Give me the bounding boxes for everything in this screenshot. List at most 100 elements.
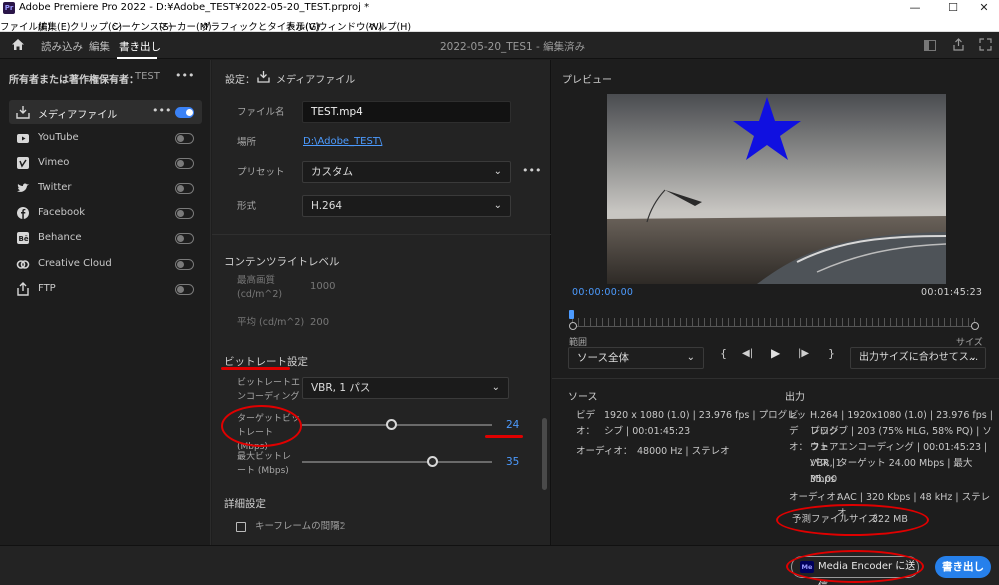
keyframe-value[interactable]: 72	[333, 521, 346, 532]
window-title: Adobe Premiere Pro 2022 - D:¥Adobe_TEST¥…	[19, 2, 370, 13]
encoding-label: ビットレートエンコーディング	[237, 378, 301, 402]
youtube-icon	[16, 131, 30, 145]
minimize-icon[interactable]: —	[900, 0, 930, 16]
destination-toggle[interactable]	[175, 133, 194, 144]
step-forward-icon[interactable]: |▶	[798, 348, 809, 359]
destination-twitter[interactable]: Twitter	[0, 176, 211, 200]
preset-select[interactable]: カスタム ⌄	[302, 161, 511, 183]
behance-icon: Bē	[16, 231, 30, 245]
target-bitrate-knob[interactable]	[386, 419, 397, 430]
step-back-icon[interactable]: ◀|	[742, 348, 753, 359]
size-select[interactable]: 出力サイズに合わせてス... ⌄	[850, 347, 986, 369]
range-value: ソース全体	[577, 352, 629, 364]
owner-value[interactable]: TEST	[135, 71, 160, 82]
export-icon	[16, 106, 30, 119]
timeline-track	[572, 326, 976, 327]
target-bitrate-slider[interactable]	[302, 424, 492, 426]
twitter-icon	[16, 181, 30, 195]
in-point-handle[interactable]	[569, 322, 577, 330]
destination-label: Behance	[38, 232, 82, 243]
destination-toggle[interactable]	[175, 158, 194, 169]
destination-toggle[interactable]	[175, 284, 194, 295]
mark-in-icon[interactable]: {	[720, 347, 727, 360]
destination-toggle[interactable]	[175, 107, 194, 118]
size-value: 出力サイズに合わせてス...	[859, 352, 979, 363]
source-audio-label: オーディオ：	[576, 446, 633, 457]
tab-export[interactable]: 書き出し	[119, 39, 161, 54]
destination-label: Twitter	[38, 182, 72, 193]
menu-view[interactable]: 表示(V)	[286, 19, 319, 33]
menu-help[interactable]: ヘルプ(H)	[368, 19, 411, 33]
chevron-down-icon: ⌄	[968, 352, 977, 363]
max-bitrate-knob[interactable]	[427, 456, 438, 467]
timecode-start[interactable]: 00:00:00:00	[572, 287, 633, 298]
maximize-icon[interactable]: ☐	[938, 0, 968, 16]
tab-edit[interactable]: 編集	[89, 39, 110, 54]
owner-more-icon[interactable]: •••	[175, 69, 194, 82]
mark-out-icon[interactable]: }	[828, 347, 835, 360]
panel-layout-icon[interactable]	[924, 40, 936, 51]
footer-bar: Me Media Encoder に送信 書き出し	[0, 545, 999, 585]
format-label: 形式	[237, 201, 257, 212]
timeline-ruler[interactable]	[572, 318, 976, 326]
source-video-line2: シブ | 00:01:45:23	[604, 426, 691, 437]
range-select[interactable]: ソース全体 ⌄	[568, 347, 704, 369]
divider	[552, 378, 999, 379]
destination-media-file[interactable]: メディアファイル •••	[9, 100, 202, 124]
destination-toggle[interactable]	[175, 233, 194, 244]
advanced-title: 詳細設定	[224, 498, 266, 510]
annotation-underline	[221, 367, 290, 370]
max-bitrate-value[interactable]: 35	[506, 456, 519, 468]
home-icon[interactable]	[11, 38, 25, 51]
fullscreen-icon[interactable]	[979, 38, 992, 51]
max-bitrate-slider[interactable]	[302, 461, 492, 463]
timecode-end: 00:01:45:23	[921, 287, 983, 298]
menu-edit[interactable]: 編集(E)	[38, 19, 70, 33]
svg-text:Bē: Bē	[19, 235, 29, 243]
content-light-title: コンテンツライトレベル	[224, 256, 340, 268]
playhead[interactable]	[569, 310, 574, 319]
filename-input[interactable]: TEST.mp4	[302, 101, 511, 123]
destination-youtube[interactable]: YouTube	[0, 126, 211, 150]
destination-vimeo[interactable]: Vimeo	[0, 151, 211, 175]
out-point-handle[interactable]	[971, 322, 979, 330]
location-label: 場所	[237, 137, 257, 148]
destination-toggle[interactable]	[175, 259, 194, 270]
format-select[interactable]: H.264 ⌄	[302, 195, 511, 217]
export-button[interactable]: 書き出し	[935, 556, 991, 578]
play-icon[interactable]: ▶	[771, 346, 780, 360]
target-bitrate-value[interactable]: 24	[506, 419, 519, 431]
destination-behance[interactable]: Bē Behance	[0, 226, 211, 250]
destination-toggle[interactable]	[175, 208, 194, 219]
chevron-down-icon: ⌄	[493, 200, 502, 211]
close-icon[interactable]: ✕	[969, 0, 999, 16]
avg-brightness-value[interactable]: 200	[310, 317, 329, 328]
preset-more-icon[interactable]: •••	[522, 164, 541, 177]
tab-import[interactable]: 読み込み	[41, 39, 83, 54]
destination-label: FTP	[38, 283, 56, 294]
workspace-header: 読み込み 編集 書き出し 2022-05-20_TES1 - 編集済み	[0, 32, 999, 59]
destination-label: Creative Cloud	[38, 258, 112, 269]
format-value: H.264	[311, 200, 343, 212]
destination-creative-cloud[interactable]: Creative Cloud	[0, 252, 211, 276]
keyframe-checkbox[interactable]	[236, 522, 246, 532]
window-titlebar: Pr Adobe Premiere Pro 2022 - D:¥Adobe_TE…	[0, 0, 999, 16]
destination-toggle[interactable]	[175, 183, 194, 194]
project-title: 2022-05-20_TES1 - 編集済み	[440, 41, 586, 53]
annotation-circle	[776, 504, 929, 536]
settings-scrollbar[interactable]	[542, 418, 547, 490]
annotation-circle	[221, 405, 302, 447]
destination-label: YouTube	[38, 132, 79, 143]
destination-more-icon[interactable]: •••	[152, 104, 171, 117]
destination-ftp[interactable]: FTP	[0, 277, 211, 301]
filename-label: ファイル名	[237, 107, 285, 118]
vimeo-icon	[16, 156, 30, 170]
share-icon[interactable]	[952, 38, 965, 51]
settings-header-target: メディアファイル	[276, 75, 356, 86]
destination-facebook[interactable]: Facebook	[0, 201, 211, 225]
encoding-select[interactable]: VBR, 1 パス ⌄	[302, 377, 509, 399]
preview-title: プレビュー	[562, 75, 612, 86]
location-link[interactable]: D:\Adobe_TEST\	[303, 136, 382, 147]
max-brightness-value[interactable]: 1000	[310, 281, 335, 292]
output-video-line4: パス | ターゲット 24.00 Mbps | 最大 35.00	[810, 458, 973, 485]
